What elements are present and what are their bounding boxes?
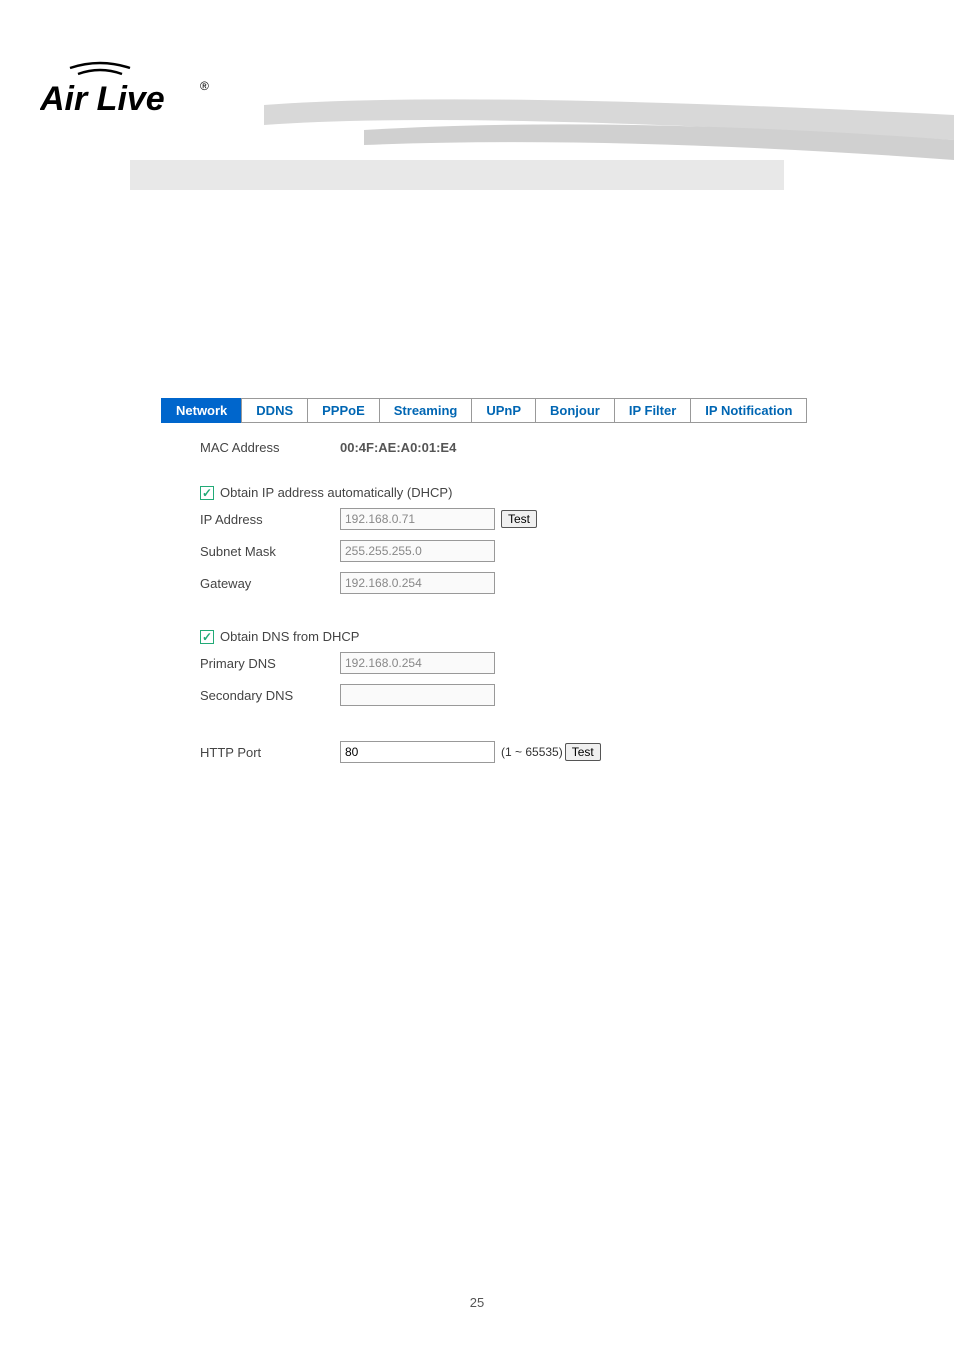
primary-dns-input[interactable] xyxy=(340,652,495,674)
http-port-range: (1 ~ 65535) xyxy=(501,745,563,759)
tab-ipnotification[interactable]: IP Notification xyxy=(690,398,807,423)
mac-address-value: 00:4F:AE:A0:01:E4 xyxy=(340,440,456,455)
tab-network[interactable]: Network xyxy=(161,398,242,423)
svg-text:Air Live: Air Live xyxy=(40,80,165,118)
subnet-mask-input[interactable] xyxy=(340,540,495,562)
ip-test-button[interactable]: Test xyxy=(501,510,537,528)
network-form: MAC Address 00:4F:AE:A0:01:E4 Obtain IP … xyxy=(200,440,800,773)
tab-ipfilter[interactable]: IP Filter xyxy=(614,398,691,423)
tab-bonjour[interactable]: Bonjour xyxy=(535,398,615,423)
ip-address-label: IP Address xyxy=(200,512,340,527)
dns-dhcp-checkbox[interactable] xyxy=(200,630,214,644)
dhcp-checkbox[interactable] xyxy=(200,486,214,500)
brand-logo: Air Live ® xyxy=(40,60,220,135)
page-number: 25 xyxy=(0,1295,954,1310)
tab-ddns[interactable]: DDNS xyxy=(241,398,308,423)
header-swoosh xyxy=(264,85,954,160)
header-grey-bar xyxy=(130,160,784,190)
ip-address-input[interactable] xyxy=(340,508,495,530)
svg-text:®: ® xyxy=(200,79,209,93)
tab-upnp[interactable]: UPnP xyxy=(471,398,536,423)
gateway-input[interactable] xyxy=(340,572,495,594)
secondary-dns-input[interactable] xyxy=(340,684,495,706)
tab-streaming[interactable]: Streaming xyxy=(379,398,473,423)
http-port-label: HTTP Port xyxy=(200,745,340,760)
dns-dhcp-checkbox-label: Obtain DNS from DHCP xyxy=(220,629,359,644)
tab-pppoe[interactable]: PPPoE xyxy=(307,398,380,423)
port-test-button[interactable]: Test xyxy=(565,743,601,761)
gateway-label: Gateway xyxy=(200,576,340,591)
mac-address-label: MAC Address xyxy=(200,440,340,455)
primary-dns-label: Primary DNS xyxy=(200,656,340,671)
subnet-mask-label: Subnet Mask xyxy=(200,544,340,559)
http-port-input[interactable] xyxy=(340,741,495,763)
secondary-dns-label: Secondary DNS xyxy=(200,688,340,703)
airlive-logo-svg: Air Live ® xyxy=(40,60,220,130)
settings-tab-row: Network DDNS PPPoE Streaming UPnP Bonjou… xyxy=(161,398,806,423)
dhcp-checkbox-label: Obtain IP address automatically (DHCP) xyxy=(220,485,452,500)
